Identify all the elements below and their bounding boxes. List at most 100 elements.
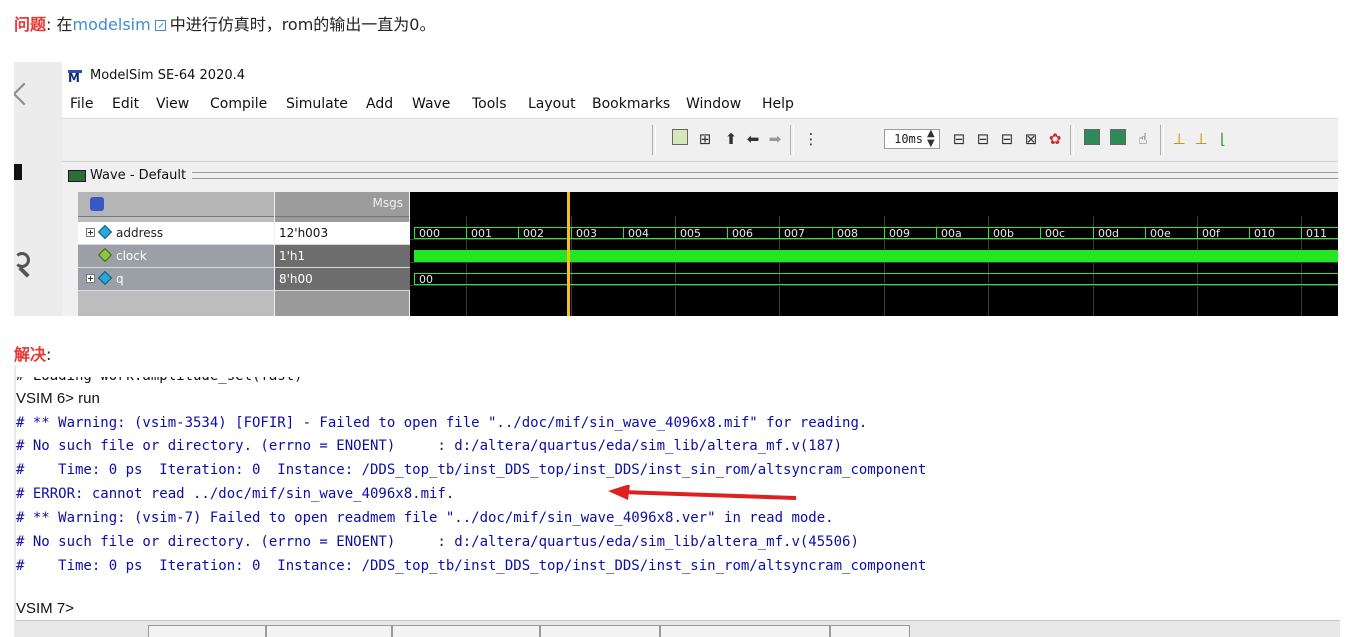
menu-add[interactable]: Add: [366, 96, 393, 112]
menu-edit[interactable]: Edit: [112, 96, 139, 112]
signal-value-q: 8'h00: [275, 268, 413, 291]
arrow-left-icon[interactable]: ⬅: [744, 130, 762, 148]
address-waveform: 000 001 002 003 004 005 006 007 008 009 00a 00b 00c 0…: [414, 227, 1338, 239]
signal-row-address[interactable]: address: [78, 222, 274, 245]
stop-icon[interactable]: ✿: [1046, 130, 1064, 148]
address-bus-value: 000: [419, 227, 440, 240]
menu-layout[interactable]: Layout: [528, 96, 576, 112]
taskbar-button[interactable]: [830, 625, 910, 637]
taskbar-button[interactable]: [266, 625, 392, 637]
menu-wave[interactable]: Wave: [412, 96, 450, 112]
wave-window-title: Wave - Default: [90, 168, 187, 183]
row-divider: [410, 262, 1338, 263]
arrow-right-icon[interactable]: ➡: [766, 130, 784, 148]
transcript-line: # No such file or directory. (errno = EN…: [16, 438, 843, 454]
menu-help[interactable]: Help: [762, 96, 794, 112]
arrow-up-icon[interactable]: ⬆: [722, 130, 740, 148]
taskbar-button[interactable]: [660, 625, 830, 637]
search-icon[interactable]: [14, 252, 30, 268]
address-bus-value: 006: [732, 227, 753, 240]
signal-row-clock[interactable]: clock: [78, 245, 274, 268]
row-divider: [410, 239, 1338, 240]
signal-icon: [97, 224, 113, 240]
transcript-line: # ** Warning: (vsim-3534) [FOFIR] - Fail…: [16, 415, 868, 431]
insert-cursor-icon[interactable]: ⊞: [696, 130, 714, 148]
expand-icon[interactable]: [86, 228, 95, 237]
signal-row-q[interactable]: q: [78, 268, 274, 291]
break-icon[interactable]: ⊠: [1022, 130, 1040, 148]
taskbar-button[interactable]: [392, 625, 540, 637]
transcript-line: # No such file or directory. (errno = EN…: [16, 534, 859, 550]
modelsim-window: M ModelSim SE-64 2020.4 File Edit View C…: [62, 62, 1338, 316]
address-bus-value: 005: [680, 227, 701, 240]
window-title: ModelSim SE-64 2020.4: [90, 68, 246, 83]
signal-names-pane: address clock q: [78, 192, 274, 316]
toolbar: ⊞ ⬆ ⬅ ➡ ⋮ 10ms ▲ ▼ ⊟ ⊟ ⊟ ⊠ ✿ ☝ ⊥ ⊥ ⌊: [62, 118, 1338, 162]
menu-view[interactable]: View: [156, 96, 189, 112]
transcript-screenshot: # Loading work.amplitude_sel(fast) VSIM …: [14, 366, 1340, 637]
signal-value-clock: 1'h1: [275, 245, 413, 268]
step-over-icon[interactable]: [1110, 129, 1126, 145]
menu-simulate[interactable]: Simulate: [286, 96, 348, 112]
msgs-header: Msgs: [275, 192, 409, 217]
title-bar: M ModelSim SE-64 2020.4: [62, 62, 1338, 90]
address-bus-value: 00a: [941, 227, 962, 240]
continue-icon[interactable]: ⊟: [974, 130, 992, 148]
transcript-prompt[interactable]: VSIM 7>: [16, 600, 74, 618]
question-line: 问题: 在modelsim 中进行仿真时，rom的输出一直为0。: [14, 14, 436, 36]
menu-window[interactable]: Window: [686, 96, 741, 112]
toolbar-separator: [652, 125, 656, 155]
menu-file[interactable]: File: [70, 96, 93, 112]
names-header: [78, 192, 274, 217]
toolbar-separator: [1070, 125, 1074, 155]
transcript-line: VSIM 6> run: [16, 390, 100, 407]
wave-window-header: Wave - Default: [62, 166, 1338, 186]
menu-bookmarks[interactable]: Bookmarks: [592, 96, 670, 112]
clock-waveform: [414, 250, 1338, 262]
side-strip: [14, 62, 63, 316]
wave-canvas[interactable]: 000 001 002 003 004 005 006 007 008 009 00a 00b 00c 0…: [410, 192, 1338, 316]
run-length-icon[interactable]: ⋮: [802, 130, 820, 148]
hand-icon[interactable]: ☝: [1134, 130, 1152, 148]
modelsim-link[interactable]: modelsim: [73, 15, 151, 34]
title-grip[interactable]: [192, 172, 1338, 179]
address-bus-value: 010: [1254, 227, 1275, 240]
taskbar-button[interactable]: [540, 625, 660, 637]
signal-icon: [97, 247, 113, 263]
transcript-cut-line: # Loading work.amplitude_sel(fast): [16, 368, 303, 384]
run-icon[interactable]: ⊟: [950, 130, 968, 148]
time-cursor[interactable]: [567, 192, 570, 316]
search-icon-handle: [18, 266, 30, 278]
address-bus-value: 011: [1306, 227, 1327, 240]
menu-bar: File Edit View Compile Simulate Add Wave…: [62, 90, 1338, 118]
wave-area: address clock q Msgs 12'h003 1'h1 8'h00 …: [62, 192, 1338, 316]
address-bus-value: 004: [628, 227, 649, 240]
address-bus-value: 009: [889, 227, 910, 240]
layout-icon-3[interactable]: ⌊: [1214, 130, 1232, 148]
address-bus-value: 003: [576, 227, 597, 240]
menu-compile[interactable]: Compile: [210, 96, 267, 112]
expand-icon[interactable]: [86, 274, 95, 283]
transcript-line: # Time: 0 ps Iteration: 0 Instance: /DDS…: [16, 462, 927, 478]
signal-menu-icon[interactable]: [90, 197, 104, 211]
taskbar-button[interactable]: [148, 625, 266, 637]
menu-tools[interactable]: Tools: [472, 96, 507, 112]
question-colon: :: [46, 15, 57, 34]
layout-icon-2[interactable]: ⊥: [1192, 130, 1210, 148]
wave-tool-icon[interactable]: [672, 129, 688, 145]
question-suffix: 中进行仿真时，rom的输出一直为0。: [169, 15, 436, 34]
signal-values-pane: Msgs 12'h003 1'h1 8'h00: [275, 192, 413, 316]
external-link-icon[interactable]: [154, 20, 166, 31]
chevron-left-icon[interactable]: [14, 82, 36, 106]
red-arrow-icon: [608, 485, 797, 500]
answer-label: 解决: [14, 345, 47, 364]
step-icon[interactable]: [1084, 129, 1100, 145]
address-bus-value: 008: [837, 227, 858, 240]
run-all-icon[interactable]: ⊟: [998, 130, 1016, 148]
run-length-spinner-icon[interactable]: ▲ ▼: [927, 129, 939, 149]
signal-name: q: [116, 272, 124, 286]
layout-icon[interactable]: ⊥: [1170, 130, 1188, 148]
signal-icon: [97, 270, 113, 286]
exit-icon[interactable]: [14, 164, 22, 180]
address-bus-value: 007: [784, 227, 805, 240]
